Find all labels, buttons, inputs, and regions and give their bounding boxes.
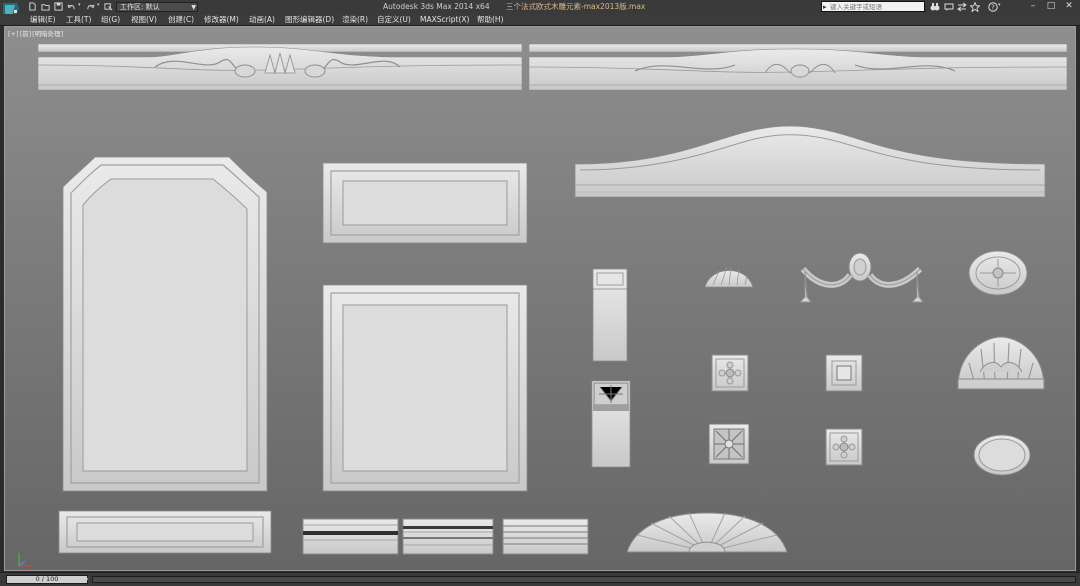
rosette-square[interactable]: [711, 354, 749, 392]
molding-profile[interactable]: [402, 518, 494, 555]
menu-group[interactable]: 组(G): [101, 15, 120, 25]
carved-crown-rail[interactable]: [37, 43, 523, 91]
oval-plaque[interactable]: [973, 434, 1031, 476]
menu-customize[interactable]: 自定义(U): [377, 15, 411, 25]
save-icon[interactable]: [54, 2, 63, 11]
menu-bar: 编辑(E) 工具(T) 组(G) 视图(V) 创建(C) 修改器(M) 动画(A…: [0, 14, 1080, 26]
menu-help[interactable]: 帮助(H): [477, 15, 504, 25]
menu-graph-editors[interactable]: 图形编辑器(D): [285, 15, 334, 25]
rosette-square[interactable]: [825, 428, 863, 466]
redo-icon[interactable]: [86, 2, 95, 11]
document-title: 三个法式欧式木雕元素-max2013版.max: [506, 2, 646, 11]
baseboard-panel[interactable]: [58, 510, 272, 554]
time-slider[interactable]: 0 / 100 ›: [6, 575, 89, 584]
track-bar[interactable]: [92, 576, 1076, 583]
svg-text:?: ?: [991, 4, 995, 12]
maximize-icon[interactable]: □: [1044, 1, 1058, 12]
exchange-icon[interactable]: [957, 2, 967, 12]
menu-edit[interactable]: 编辑(E): [30, 15, 56, 25]
close-icon[interactable]: ✕: [1062, 1, 1076, 12]
swag-applique[interactable]: [798, 252, 925, 303]
carved-pilaster[interactable]: [591, 380, 631, 468]
carved-square[interactable]: [708, 423, 750, 465]
shell-applique[interactable]: [704, 266, 754, 288]
menu-animation[interactable]: 动画(A): [249, 15, 275, 25]
raised-panel-square[interactable]: [322, 284, 528, 492]
search-input[interactable]: [830, 2, 924, 11]
favorites-icon[interactable]: [970, 2, 980, 12]
arched-pediment-rail[interactable]: [574, 125, 1046, 198]
workspace-dropdown[interactable]: 工作区: 默认 ▼: [116, 2, 198, 12]
axis-tripod-icon: [18, 553, 33, 567]
minimize-icon[interactable]: –: [1026, 1, 1040, 12]
menu-modifiers[interactable]: 修改器(M): [204, 15, 239, 25]
molding-profile[interactable]: [302, 518, 399, 555]
menu-maxscript[interactable]: MAXScript(X): [420, 15, 469, 25]
chevron-down-icon: ▼: [191, 4, 196, 11]
carved-crown-rail[interactable]: [528, 43, 1068, 91]
menu-tools[interactable]: 工具(T): [66, 15, 91, 25]
raised-panel-wide[interactable]: [322, 162, 528, 244]
recessed-square[interactable]: [825, 354, 863, 392]
binoculars-icon[interactable]: [930, 2, 940, 12]
scene-canvas[interactable]: [5, 27, 1076, 571]
help-dropdown-icon[interactable]: ▾: [998, 2, 1001, 8]
menu-views[interactable]: 视图(V): [131, 15, 157, 25]
time-slider-thumb[interactable]: 0 / 100: [7, 576, 87, 583]
open-icon[interactable]: [41, 2, 50, 11]
app-title: Autodesk 3ds Max 2014 x64: [383, 2, 490, 11]
search-expand-icon[interactable]: ▸: [823, 3, 827, 11]
new-icon[interactable]: [28, 2, 37, 11]
title-bar: ▾ ▾ 工作区: 默认 ▼ Autodesk 3ds Max 2014 x64 …: [0, 0, 1080, 23]
molding-profile[interactable]: [502, 518, 589, 555]
hold-icon[interactable]: [104, 2, 113, 11]
front-viewport[interactable]: [+][前][明暗处理]: [4, 26, 1076, 571]
menu-rendering[interactable]: 渲染(R): [342, 15, 368, 25]
next-frame-icon[interactable]: ›: [86, 575, 89, 583]
pilaster[interactable]: [592, 268, 628, 362]
half-shell-fan[interactable]: [957, 336, 1045, 390]
communication-icon[interactable]: [944, 2, 954, 12]
status-bar: 0 / 100 ›: [0, 572, 1080, 586]
help-icon[interactable]: ?: [988, 2, 998, 12]
search-box[interactable]: ▸: [821, 1, 925, 12]
undo-icon[interactable]: [67, 2, 76, 11]
oval-rosette[interactable]: [968, 250, 1028, 296]
arched-panel-tall[interactable]: [62, 156, 268, 492]
menu-create[interactable]: 创建(C): [168, 15, 194, 25]
sunburst-fan[interactable]: [626, 512, 788, 553]
workspace-value: 工作区: 默认: [120, 3, 160, 11]
